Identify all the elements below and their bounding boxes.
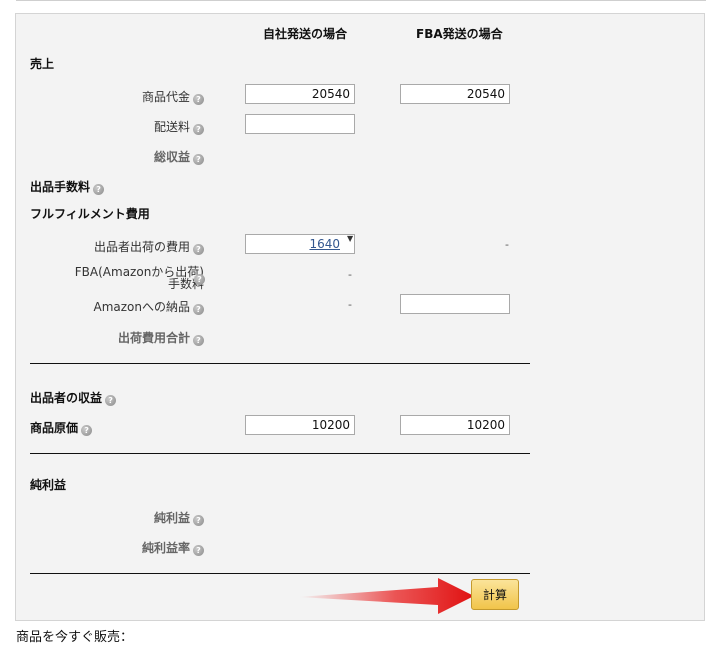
question-icon[interactable]: ? [81, 425, 93, 436]
fba-item-price-input[interactable] [400, 84, 510, 104]
own-seller-shipping-field[interactable]: 1640 [245, 234, 355, 254]
section-divider [30, 363, 530, 364]
label-fba-fee: FBA(Amazonから出荷) 手数料 [75, 266, 204, 290]
red-arrow-annotation [298, 578, 474, 614]
question-icon[interactable]: ? [193, 94, 204, 105]
section-net-profit: 純利益 [30, 478, 67, 492]
question-icon[interactable]: ? [105, 395, 117, 406]
label-total-shipping-text: 出荷費用合計 [117, 331, 190, 345]
sell-now-heading: 商品を今すぐ販売： [16, 630, 134, 645]
section-seller-profit-text: 出品者の収益 [30, 391, 103, 405]
own-shipping-input[interactable] [245, 114, 355, 134]
profit-calculator-panel [15, 13, 705, 621]
label-net-margin-text: 純利益率 [141, 541, 190, 555]
section-divider [30, 573, 530, 574]
own-fba-fee-value: - [348, 268, 352, 281]
label-total-revenue-text: 総収益 [153, 150, 190, 164]
section-selling-fee-text: 出品手数料 [30, 180, 91, 194]
question-icon[interactable]: ? [194, 274, 205, 285]
fba-amazon-inbound-input[interactable] [400, 294, 510, 314]
label-seller-shipping-cost-text: 出品者出荷の費用 [93, 240, 190, 254]
fba-seller-shipping-value: - [505, 238, 509, 251]
label-net-profit: 純利益? [154, 509, 204, 526]
label-net-profit-text: 純利益 [153, 511, 190, 525]
question-icon[interactable]: ? [193, 244, 204, 255]
header-fba-shipping: FBA発送の場合 [416, 27, 503, 41]
label-amazon-inbound: Amazonへの納品? [93, 298, 204, 315]
fba-cost-input[interactable] [400, 415, 510, 435]
header-own-shipping: 自社発送の場合 [263, 27, 348, 41]
label-net-margin: 純利益率? [142, 539, 204, 556]
label-item-price: 商品代金? [142, 88, 204, 105]
question-icon[interactable]: ? [93, 184, 105, 195]
label-total-revenue: 総収益? [154, 148, 204, 165]
label-shipping-text: 配送料 [153, 120, 190, 134]
label-seller-shipping-cost: 出品者出荷の費用? [94, 238, 204, 255]
question-icon[interactable]: ? [193, 154, 204, 165]
question-icon[interactable]: ? [193, 335, 204, 346]
section-fulfillment: フルフィルメント費用 [30, 207, 150, 221]
question-icon[interactable]: ? [193, 304, 204, 315]
section-cost-text: 商品原価 [30, 421, 79, 435]
own-amazon-inbound-value: - [348, 298, 352, 311]
section-selling-fee: 出品手数料? [30, 178, 105, 195]
question-icon[interactable]: ? [193, 124, 204, 135]
label-shipping: 配送料? [154, 118, 204, 135]
section-sales: 売上 [30, 57, 55, 71]
caret-down-icon[interactable]: ▼ [347, 234, 353, 243]
own-item-price-input[interactable] [245, 84, 355, 104]
own-cost-input[interactable] [245, 415, 355, 435]
question-icon[interactable]: ? [193, 515, 204, 526]
own-seller-shipping-link[interactable]: 1640 [309, 237, 340, 251]
section-seller-profit: 出品者の収益? [30, 389, 117, 406]
top-divider [16, 0, 706, 1]
calculate-button[interactable]: 計算 [471, 579, 519, 610]
label-total-shipping: 出荷費用合計? [118, 329, 204, 346]
section-divider [30, 453, 530, 454]
question-icon[interactable]: ? [193, 545, 204, 556]
label-item-price-text: 商品代金 [141, 90, 190, 104]
section-cost: 商品原価? [30, 419, 93, 436]
label-amazon-inbound-text: Amazonへの納品 [93, 300, 191, 314]
